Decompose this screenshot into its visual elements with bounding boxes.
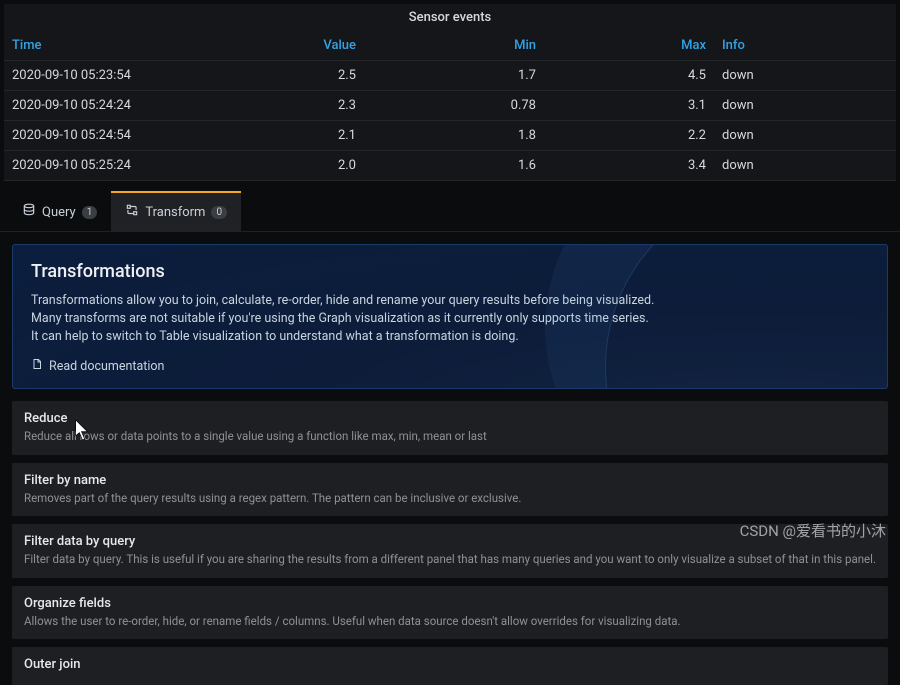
cell-max: 4.5: [544, 61, 714, 91]
transform-option-reduce[interactable]: Reduce Reduce all rows or data points to…: [12, 401, 888, 455]
option-desc: Filter data by query. This is useful if …: [24, 552, 876, 568]
cell-value: 2.5: [204, 61, 364, 91]
infobox-line1: Transformations allow you to join, calcu…: [31, 292, 869, 310]
cell-max: 3.1: [544, 91, 714, 121]
col-header-min[interactable]: Min: [364, 31, 544, 61]
transformations-info: Transformations Transformations allow yo…: [12, 244, 888, 389]
table-body: 2020-09-10 05:23:54 2.5 1.7 4.5 down 202…: [4, 61, 896, 181]
cell-time: 2020-09-10 05:24:24: [4, 91, 204, 121]
transform-option-outer-join[interactable]: Outer join: [12, 647, 888, 685]
cell-info: down: [714, 91, 896, 121]
tab-query-label: Query: [42, 205, 76, 220]
tab-query[interactable]: Query 1: [8, 191, 111, 231]
infobox-line3: It can help to switch to Table visualiza…: [31, 328, 869, 346]
document-icon: [31, 358, 43, 374]
cell-max: 2.2: [544, 121, 714, 151]
option-title: Reduce: [24, 411, 876, 426]
cell-time: 2020-09-10 05:23:54: [4, 61, 204, 91]
infobox-title: Transformations: [31, 261, 869, 282]
cell-time: 2020-09-10 05:24:54: [4, 121, 204, 151]
cell-info: down: [714, 61, 896, 91]
cell-time: 2020-09-10 05:25:24: [4, 151, 204, 181]
cell-min: 1.8: [364, 121, 544, 151]
option-desc: Allows the user to re-order, hide, or re…: [24, 614, 876, 630]
cell-min: 0.78: [364, 91, 544, 121]
transform-icon: [125, 203, 139, 221]
option-title: Filter by name: [24, 473, 876, 488]
editor-tabs: Query 1 Transform 0: [0, 191, 900, 232]
option-title: Organize fields: [24, 596, 876, 611]
col-header-value[interactable]: Value: [204, 31, 364, 61]
cell-value: 2.3: [204, 91, 364, 121]
transform-option-organize-fields[interactable]: Organize fields Allows the user to re-or…: [12, 586, 888, 640]
tab-transform-count: 0: [211, 206, 227, 219]
transform-option-filter-data-by-query[interactable]: Filter data by query Filter data by quer…: [12, 524, 888, 578]
transform-option-filter-by-name[interactable]: Filter by name Removes part of the query…: [12, 463, 888, 517]
tab-query-count: 1: [82, 206, 98, 219]
read-documentation-link[interactable]: Read documentation: [31, 358, 164, 374]
cell-max: 3.4: [544, 151, 714, 181]
table-header-row: Time Value Min Max Info: [4, 31, 896, 61]
table-row[interactable]: 2020-09-10 05:25:24 2.0 1.6 3.4 down: [4, 151, 896, 181]
cell-value: 2.1: [204, 121, 364, 151]
option-desc: Reduce all rows or data points to a sing…: [24, 429, 876, 445]
cell-min: 1.6: [364, 151, 544, 181]
tab-transform-label: Transform: [145, 205, 205, 220]
option-title: Filter data by query: [24, 534, 876, 549]
table-row[interactable]: 2020-09-10 05:23:54 2.5 1.7 4.5 down: [4, 61, 896, 91]
cell-info: down: [714, 121, 896, 151]
read-documentation-label: Read documentation: [49, 359, 164, 374]
col-header-max[interactable]: Max: [544, 31, 714, 61]
option-desc: Removes part of the query results using …: [24, 491, 876, 507]
cell-value: 2.0: [204, 151, 364, 181]
col-header-info[interactable]: Info: [714, 31, 896, 61]
col-header-time[interactable]: Time: [4, 31, 204, 61]
sensor-events-table: Time Value Min Max Info 2020-09-10 05:23…: [4, 31, 896, 181]
tab-transform[interactable]: Transform 0: [111, 191, 241, 231]
transform-options: Reduce Reduce all rows or data points to…: [0, 401, 900, 685]
cell-min: 1.7: [364, 61, 544, 91]
table-row[interactable]: 2020-09-10 05:24:54 2.1 1.8 2.2 down: [4, 121, 896, 151]
option-title: Outer join: [24, 657, 876, 672]
infobox-line2: Many transforms are not suitable if you'…: [31, 310, 869, 328]
panel-title: Sensor events: [4, 10, 896, 31]
database-icon: [22, 203, 36, 221]
table-row[interactable]: 2020-09-10 05:24:24 2.3 0.78 3.1 down: [4, 91, 896, 121]
sensor-events-panel: Sensor events Time Value Min Max Info 20…: [4, 4, 896, 181]
cell-info: down: [714, 151, 896, 181]
